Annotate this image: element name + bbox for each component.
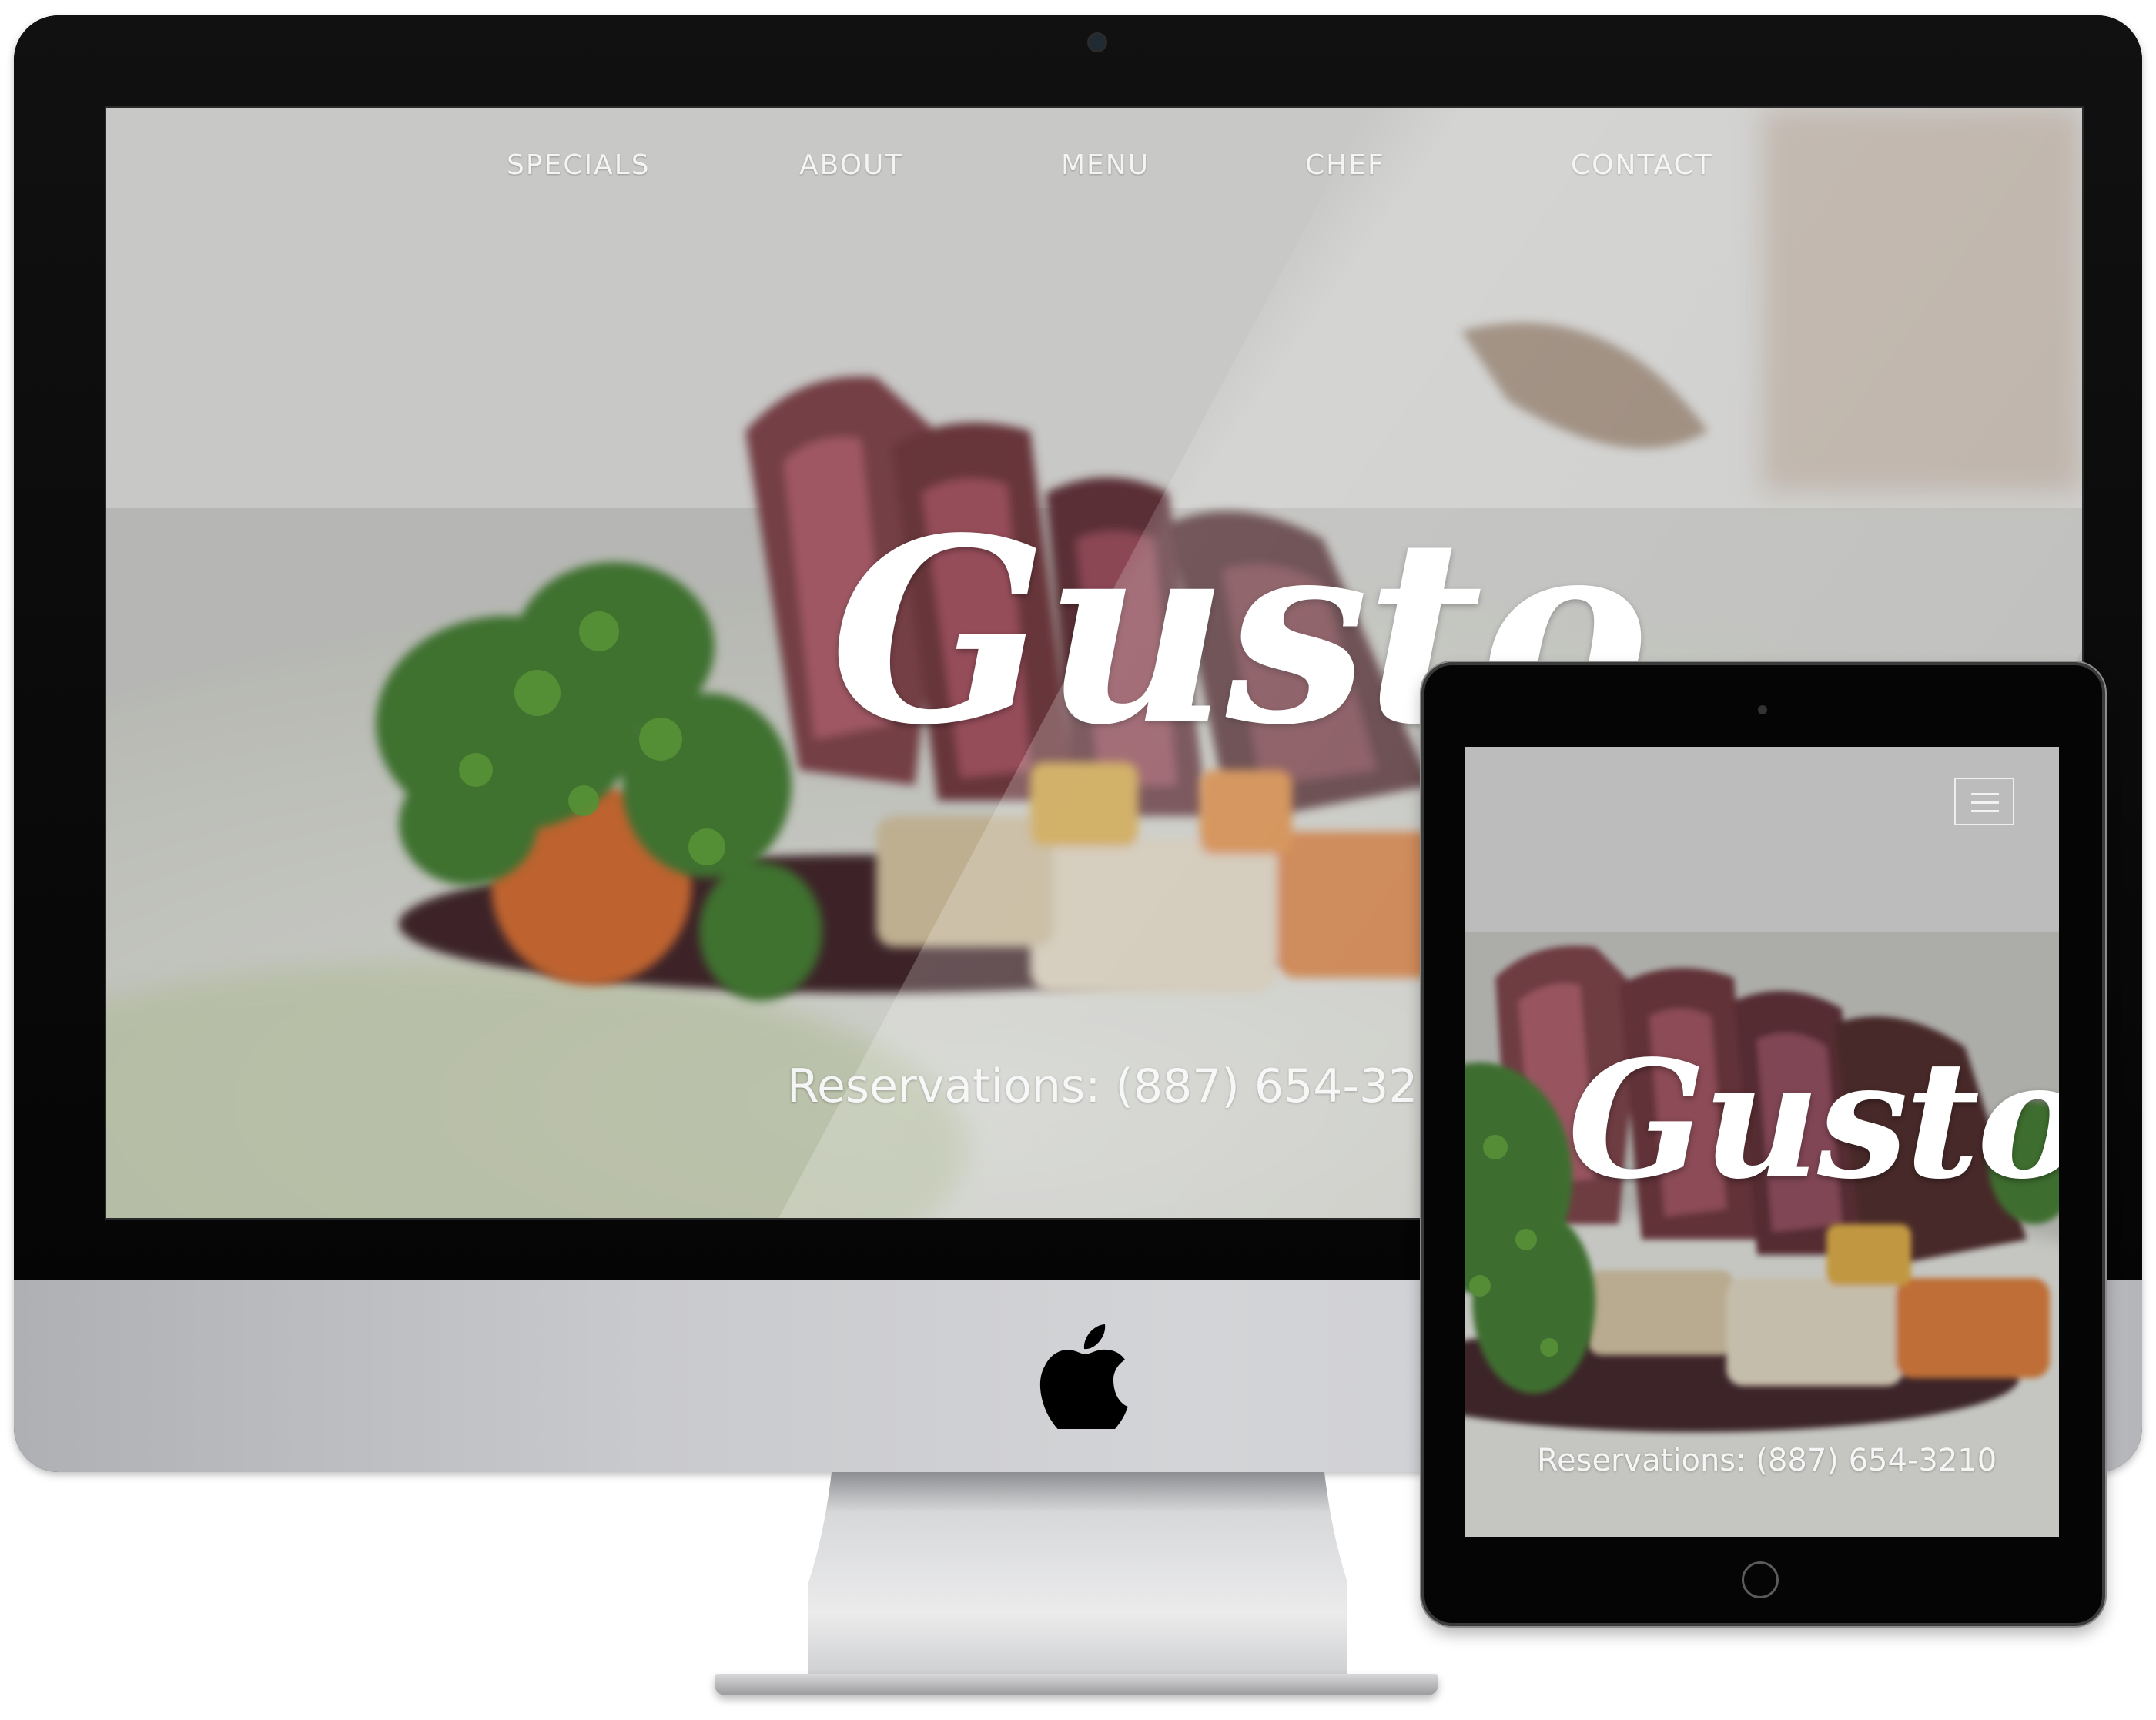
monitor-stand xyxy=(808,1472,1348,1674)
reservations-text: Reservations: (887) 654-3210 xyxy=(1537,1443,1997,1478)
monitor-stand-base xyxy=(715,1674,1438,1695)
nav-item-specials[interactable]: SPECIALS xyxy=(507,149,651,181)
main-navigation: SPECIALS ABOUT MENU CHEF CONTACT xyxy=(106,149,2082,196)
home-button-icon[interactable] xyxy=(1742,1561,1779,1598)
camera-icon xyxy=(1758,705,1767,714)
tablet-device: Gusto Reservations: (887) 654-3210 xyxy=(1421,662,2105,1626)
hamburger-menu-icon[interactable] xyxy=(1954,778,2014,825)
tablet-screen: Gusto Reservations: (887) 654-3210 xyxy=(1465,747,2059,1537)
brand-logo: Gusto xyxy=(1568,1025,2059,1215)
nav-item-menu[interactable]: MENU xyxy=(1061,149,1150,181)
nav-item-contact[interactable]: CONTACT xyxy=(1571,149,1713,181)
camera-icon xyxy=(1087,32,1107,52)
apple-logo-icon xyxy=(1040,1324,1128,1429)
reservations-text: Reservations: (887) 654-3210 xyxy=(787,1059,1477,1113)
nav-item-about[interactable]: ABOUT xyxy=(799,149,903,181)
nav-item-chef[interactable]: CHEF xyxy=(1305,149,1385,181)
